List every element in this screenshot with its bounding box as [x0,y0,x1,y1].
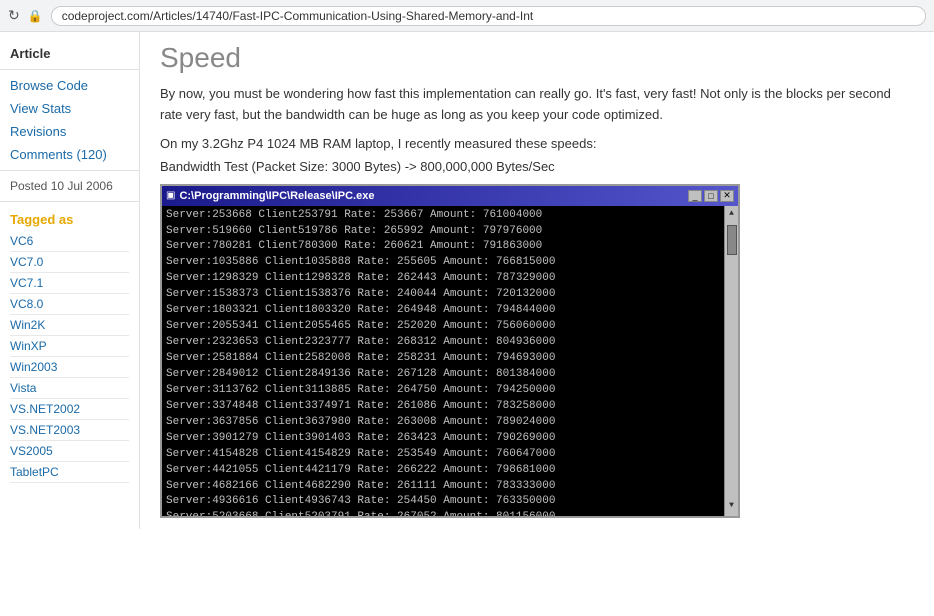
terminal-line: Server:780281 Client780300 Rate: 260621 … [166,239,718,255]
sidebar-divider-top [0,69,139,70]
speed-line: On my 3.2Ghz P4 1024 MB RAM laptop, I re… [160,136,914,151]
terminal-minimize-button[interactable]: _ [688,190,702,202]
tag-winxp[interactable]: WinXP [10,336,129,357]
terminal-titlebar: ▣ C:\Programming\IPC\Release\IPC.exe _ □… [162,186,738,206]
tag-vc80[interactable]: VC8.0 [10,294,129,315]
terminal-line: Server:3637856 Client3637980 Rate: 26300… [166,415,718,431]
intro-paragraph: By now, you must be wondering how fast t… [160,84,914,126]
browser-bar: ↻ 🔒 codeproject.com/Articles/14740/Fast-… [0,0,934,32]
terminal-restore-button[interactable]: □ [704,190,718,202]
sidebar: Article Browse Code View Stats Revisions… [0,32,140,529]
terminal-line: Server:2055341 Client2055465 Rate: 25202… [166,319,718,335]
terminal-line: Server:1298329 Client1298328 Rate: 26244… [166,271,718,287]
terminal-window: ▣ C:\Programming\IPC\Release\IPC.exe _ □… [160,184,740,518]
sidebar-link-revisions[interactable]: Revisions [0,120,139,143]
terminal-line: Server:4682166 Client4682290 Rate: 26111… [166,479,718,495]
terminal-line: Server:1538373 Client1538376 Rate: 24004… [166,287,718,303]
terminal-lines: Server:253668 Client253791 Rate: 253667 … [166,208,734,516]
lock-icon: 🔒 [28,9,43,23]
tag-vista[interactable]: Vista [10,378,129,399]
tagged-section: Tagged as VC6 VC7.0 VC7.1 VC8.0 Win2K Wi… [0,206,139,487]
tag-win2003[interactable]: Win2003 [10,357,129,378]
terminal-scrollbar[interactable]: ▲ ▼ [724,206,738,516]
tagged-title: Tagged as [10,212,129,227]
main-content: Speed By now, you must be wondering how … [140,32,934,529]
terminal-line: Server:3113762 Client3113885 Rate: 26475… [166,383,718,399]
terminal-cmd-icon: ▣ [166,190,175,201]
scroll-down-arrow[interactable]: ▼ [727,498,736,514]
tag-vc6[interactable]: VC6 [10,231,129,252]
sidebar-divider-mid [0,170,139,171]
sidebar-link-browse-code[interactable]: Browse Code [0,74,139,97]
tag-vc70[interactable]: VC7.0 [10,252,129,273]
terminal-line: Server:2849012 Client2849136 Rate: 26712… [166,367,718,383]
terminal-line: Server:5203668 Client5203791 Rate: 26705… [166,510,718,515]
terminal-line: Server:1035886 Client1035888 Rate: 25560… [166,255,718,271]
bandwidth-text: Bandwidth Test (Packet Size: 3000 Bytes)… [160,159,914,174]
terminal-controls: _ □ ✕ [688,190,734,202]
terminal-line: Server:3901279 Client3901403 Rate: 26342… [166,431,718,447]
tag-vc71[interactable]: VC7.1 [10,273,129,294]
terminal-line: Server:2323653 Client2323777 Rate: 26831… [166,335,718,351]
terminal-line: Server:519660 Client519786 Rate: 265992 … [166,224,718,240]
sidebar-link-view-stats[interactable]: View Stats [0,97,139,120]
terminal-title-text: C:\Programming\IPC\Release\IPC.exe [179,190,374,202]
sidebar-divider-tags [0,201,139,202]
terminal-line: Server:3374848 Client3374971 Rate: 26108… [166,399,718,415]
page-layout: Article Browse Code View Stats Revisions… [0,32,934,529]
tag-tabletpc[interactable]: TabletPC [10,462,129,483]
refresh-icon[interactable]: ↻ [8,7,20,24]
tag-vsnet2003[interactable]: VS.NET2003 [10,420,129,441]
url-bar[interactable]: codeproject.com/Articles/14740/Fast-IPC-… [51,6,926,26]
terminal-line: Server:2581884 Client2582008 Rate: 25823… [166,351,718,367]
tag-win2k[interactable]: Win2K [10,315,129,336]
terminal-line: Server:4936616 Client4936743 Rate: 25445… [166,494,718,510]
sidebar-link-comments[interactable]: Comments (120) [0,143,139,166]
scroll-thumb[interactable] [727,225,737,255]
terminal-line: Server:4154828 Client4154829 Rate: 25354… [166,447,718,463]
terminal-close-button[interactable]: ✕ [720,190,734,202]
posted-date: Posted 10 Jul 2006 [0,175,139,197]
tag-vs2005[interactable]: VS2005 [10,441,129,462]
terminal-line: Server:1803321 Client1803320 Rate: 26494… [166,303,718,319]
tag-vsnet2002[interactable]: VS.NET2002 [10,399,129,420]
terminal-body: Server:253668 Client253791 Rate: 253667 … [162,206,738,516]
terminal-line: Server:4421055 Client4421179 Rate: 26622… [166,463,718,479]
article-section-title: Article [0,40,139,65]
terminal-line: Server:253668 Client253791 Rate: 253667 … [166,208,718,224]
section-title: Speed [160,42,914,74]
terminal-title-left: ▣ C:\Programming\IPC\Release\IPC.exe [166,190,374,202]
scroll-up-arrow[interactable]: ▲ [727,206,736,222]
